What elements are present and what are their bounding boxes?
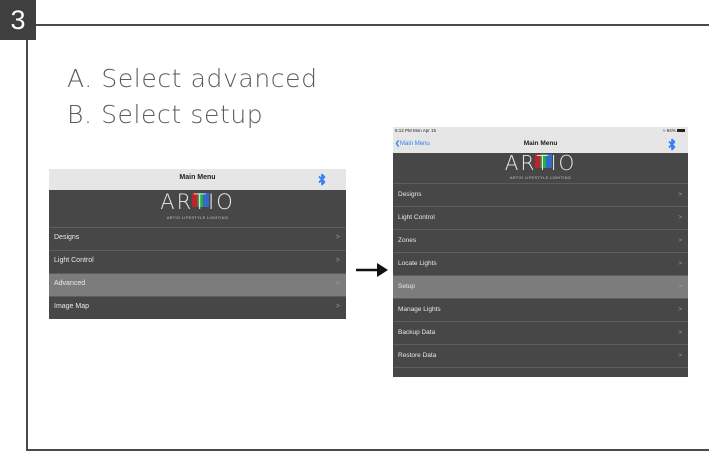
menu-item-restore-data[interactable]: Restore Data > — [393, 344, 688, 367]
step-number-badge: 3 — [0, 0, 36, 40]
logo-tagline: ARTIO LIFESTYLE LIGHTING — [509, 175, 572, 180]
menu-item-designs[interactable]: Designs > — [393, 183, 688, 206]
wifi-icon: ≈ — [662, 128, 666, 133]
battery-icon — [677, 129, 685, 133]
logo-tagline: ARTIO LIFESTYLE LIGHTING — [166, 215, 229, 220]
status-time: 5:12 PM Mon Apr 15 — [395, 128, 437, 133]
menu-list-end — [393, 367, 688, 377]
right-arrow-icon — [356, 263, 388, 277]
menu-item-backup-data[interactable]: Backup Data > — [393, 321, 688, 344]
chevron-right-icon: > — [678, 191, 682, 198]
instruction-b: B. Select setup — [67, 100, 264, 129]
chevron-right-icon: > — [678, 283, 682, 290]
menu-item-locate-lights[interactable]: Locate Lights > — [393, 252, 688, 275]
menu-item-manage-lights[interactable]: Manage Lights > — [393, 298, 688, 321]
menu-item-label: Light Control — [54, 257, 94, 264]
menu-item-label: Designs — [398, 191, 422, 198]
menu-item-label: Setup — [398, 283, 415, 290]
chevron-right-icon: > — [678, 260, 682, 267]
logo-area: ARTIO ARTIO LIFESTYLE LIGHTING — [49, 190, 346, 227]
menu-item-label: Backup Data — [398, 329, 436, 336]
main-menu-screen-small: Main Menu ARTIO ARTIO LIFESTYLE LIGHTING… — [49, 169, 346, 319]
menu-item-setup[interactable]: Setup > — [393, 275, 688, 298]
nav-title: Main Menu — [179, 174, 216, 181]
chevron-right-icon: > — [335, 257, 340, 264]
chevron-right-icon: > — [335, 303, 340, 310]
menu-item-designs[interactable]: Designs > — [49, 227, 346, 250]
menu-item-label: Light Control — [398, 214, 435, 221]
nav-title: Main Menu — [523, 140, 558, 147]
bluetooth-icon[interactable] — [318, 173, 326, 186]
bluetooth-icon[interactable] — [668, 138, 676, 151]
status-bar: 5:12 PM Mon Apr 15 ≈ 94% — [393, 127, 688, 136]
menu-item-light-control[interactable]: Light Control > — [393, 206, 688, 229]
menu-item-zones[interactable]: Zones > — [393, 229, 688, 252]
chevron-right-icon: > — [678, 352, 682, 359]
chevron-right-icon: > — [678, 329, 682, 336]
instruction-a: A. Select advanced — [67, 64, 318, 93]
artio-logo: ARTIO — [504, 151, 577, 175]
frame-top-border — [26, 24, 709, 26]
navigation-bar: Main Menu — [49, 169, 346, 190]
status-battery: ≈ 94% — [663, 128, 685, 133]
menu-item-label: Designs — [54, 234, 80, 241]
menu-item-label: Locate Lights — [398, 260, 437, 267]
menu-item-light-control[interactable]: Light Control > — [49, 250, 346, 273]
main-menu-screen-large: 5:12 PM Mon Apr 15 ≈ 94% ❮Main Menu Main… — [393, 127, 688, 377]
frame-left-border — [26, 24, 28, 451]
menu-item-label: Advanced — [54, 280, 86, 287]
chevron-right-icon: > — [678, 306, 682, 313]
menu-item-label: Image Map — [54, 303, 90, 310]
chevron-right-icon: > — [335, 280, 340, 287]
chevron-right-icon: > — [335, 234, 340, 241]
artio-logo: ARTIO — [160, 190, 235, 214]
logo-area: ARTIO ARTIO LIFESTYLE LIGHTING — [393, 151, 688, 183]
chevron-right-icon: > — [678, 214, 682, 221]
menu-item-label: Manage Lights — [398, 306, 441, 313]
menu-item-advanced[interactable]: Advanced > — [49, 273, 346, 296]
menu-item-label: Zones — [398, 237, 417, 244]
menu-item-label: Restore Data — [398, 352, 437, 359]
menu-item-image-map[interactable]: Image Map > — [49, 296, 346, 319]
chevron-right-icon: > — [678, 237, 682, 244]
